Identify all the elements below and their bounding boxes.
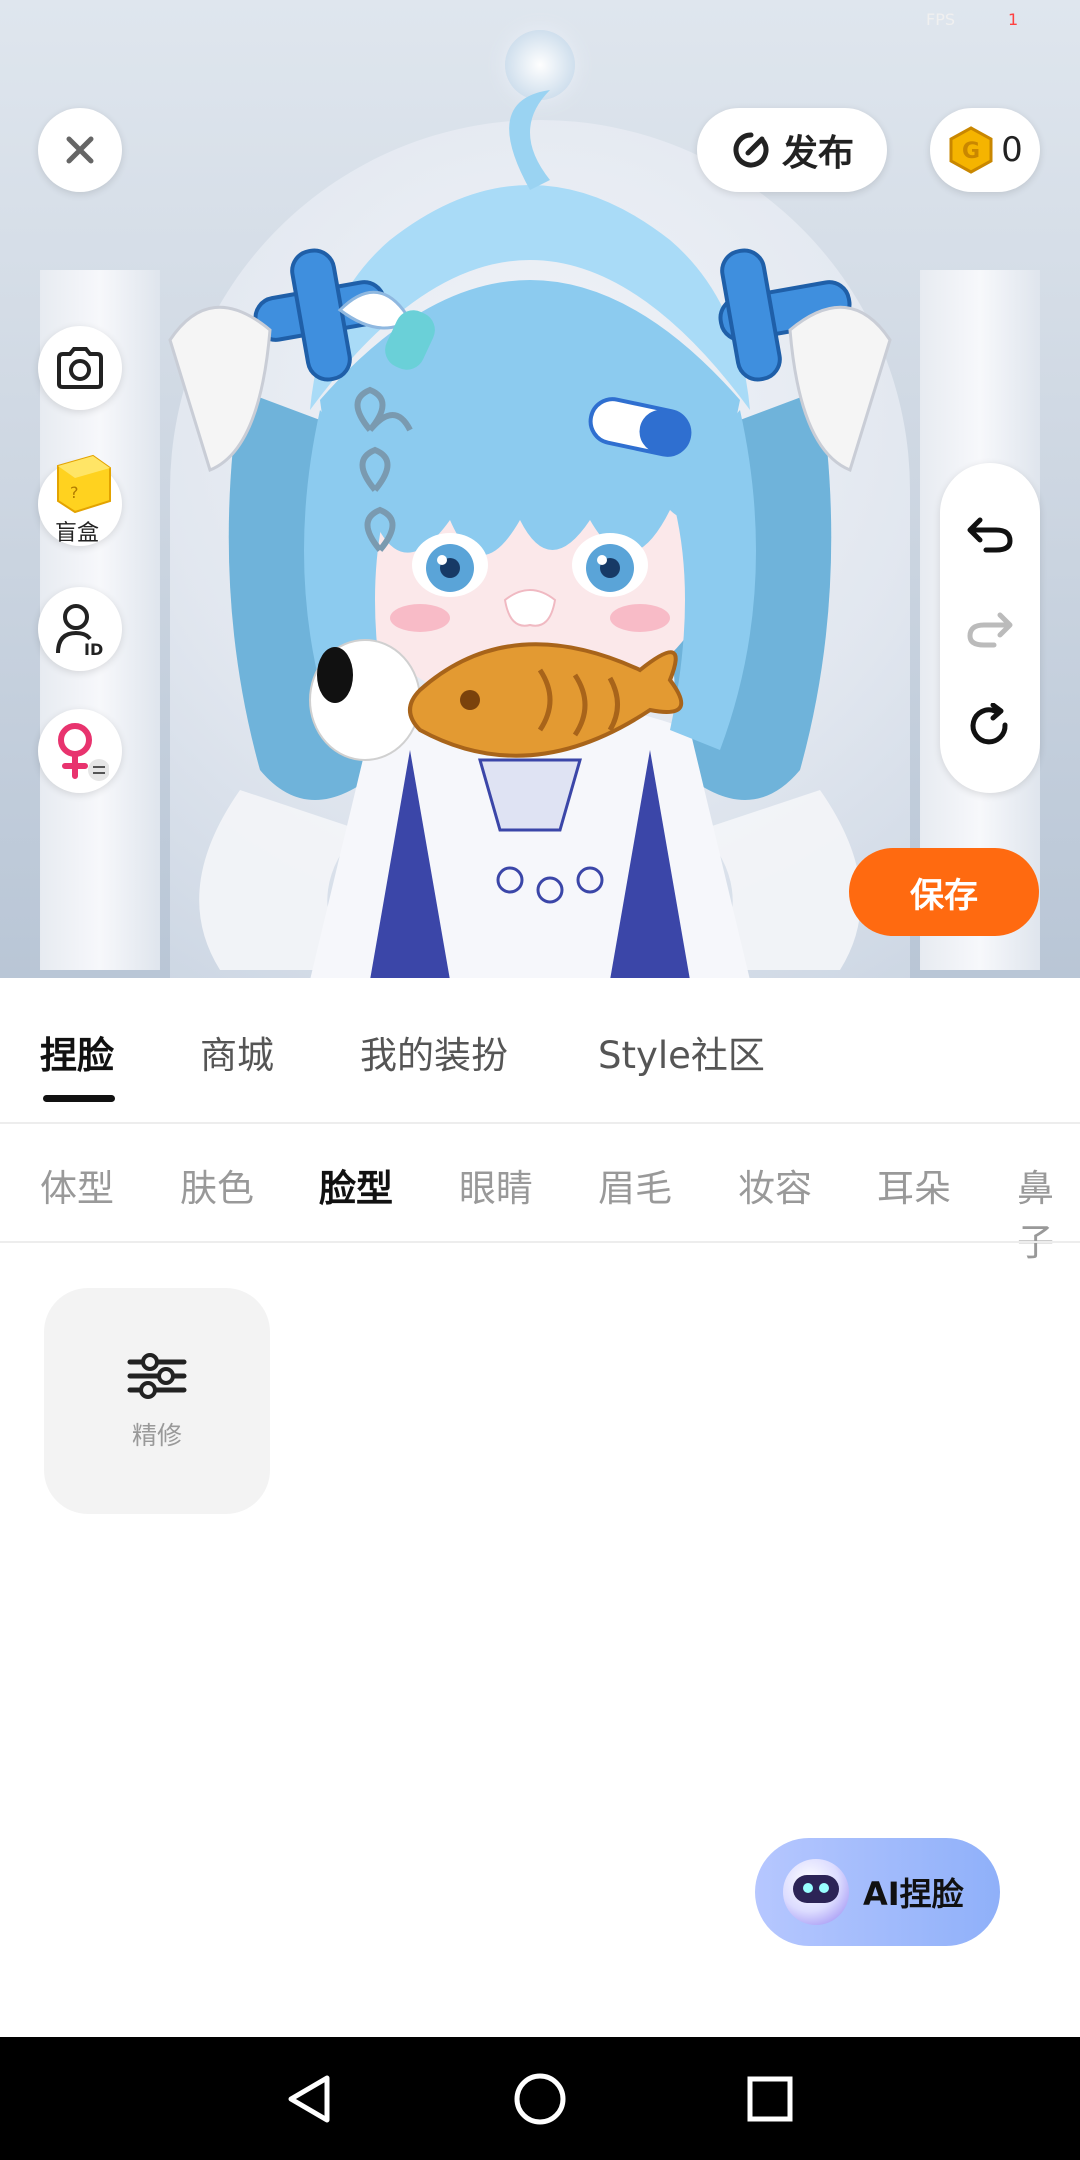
subtab-divider <box>0 1241 1080 1243</box>
refine-label: 精修 <box>131 1421 182 1450</box>
ai-face-button[interactable]: AI捏脸 <box>755 1838 1000 1946</box>
publish-button[interactable]: 发布 <box>697 108 887 192</box>
publish-icon <box>733 132 769 168</box>
recents-square-icon <box>747 2076 793 2121</box>
home-button[interactable] <box>500 2037 580 2160</box>
subtab-eyes[interactable]: 眼睛 <box>459 1158 533 1212</box>
subtab-body[interactable]: 体型 <box>40 1158 114 1212</box>
svg-text:G: G <box>962 139 980 164</box>
user-id-icon: ID <box>56 604 103 657</box>
back-button[interactable] <box>270 2037 350 2160</box>
category-tab-bar <box>0 978 1080 1124</box>
avatar-id-button[interactable]: ID <box>38 587 122 671</box>
fps-label: FPS <box>926 10 956 29</box>
blind-box-label: 盲盒 <box>55 521 100 546</box>
system-nav-bar <box>0 2037 1080 2160</box>
camera-button[interactable] <box>38 326 122 410</box>
gender-switch-button[interactable] <box>38 709 122 793</box>
refresh-icon <box>970 703 1008 745</box>
tab-divider <box>0 1122 1080 1124</box>
subtab-ears[interactable]: 耳朵 <box>877 1158 951 1212</box>
save-button[interactable]: 保存 <box>849 848 1039 936</box>
svg-text:?: ? <box>70 483 79 502</box>
avatar-character[interactable] <box>150 70 910 978</box>
close-button[interactable] <box>38 108 122 192</box>
tab-style-community[interactable]: Style社区 <box>598 1025 765 1079</box>
tab-my-outfits[interactable]: 我的装扮 <box>360 1025 508 1079</box>
subtab-eyebrows[interactable]: 眉毛 <box>598 1158 672 1212</box>
back-triangle-icon <box>288 2075 330 2122</box>
sliders-icon <box>127 1353 187 1399</box>
subtab-nose[interactable]: 鼻子 <box>1017 1158 1080 1266</box>
ai-face-label: AI捏脸 <box>863 1875 964 1913</box>
camera-icon <box>57 347 103 389</box>
subtab-makeup[interactable]: 妆容 <box>738 1158 812 1212</box>
tab-face-sculpt[interactable]: 捏脸 <box>40 1025 114 1079</box>
subtab-skin-tone[interactable]: 肤色 <box>180 1158 254 1212</box>
redo-button[interactable] <box>960 598 1020 658</box>
gift-box-icon: ? <box>57 454 111 514</box>
active-tab-indicator <box>43 1095 115 1102</box>
avatar-viewport[interactable]: FPS 1 发布 G 0 ? 盲盒 ID 保存 <box>0 0 1080 978</box>
robot-icon <box>783 1859 849 1925</box>
close-icon <box>66 136 94 164</box>
undo-button[interactable] <box>960 503 1020 563</box>
reset-button[interactable] <box>960 696 1020 756</box>
recents-button[interactable] <box>730 2037 810 2160</box>
undo-icon <box>967 517 1013 553</box>
subtab-face-shape[interactable]: 脸型 <box>319 1158 393 1212</box>
svg-text:ID: ID <box>84 640 103 657</box>
coin-icon: G <box>949 126 993 174</box>
publish-label: 发布 <box>781 133 854 174</box>
redo-icon <box>967 612 1013 648</box>
refine-tool-card[interactable]: 精修 <box>44 1288 270 1514</box>
coin-balance[interactable]: G 0 <box>930 108 1040 192</box>
fps-value: 1 <box>1008 10 1019 29</box>
home-circle-icon <box>514 2073 566 2124</box>
coin-count: 0 <box>1001 130 1023 170</box>
history-panel <box>940 463 1040 793</box>
tab-store[interactable]: 商城 <box>200 1025 274 1079</box>
female-icon <box>58 723 109 781</box>
